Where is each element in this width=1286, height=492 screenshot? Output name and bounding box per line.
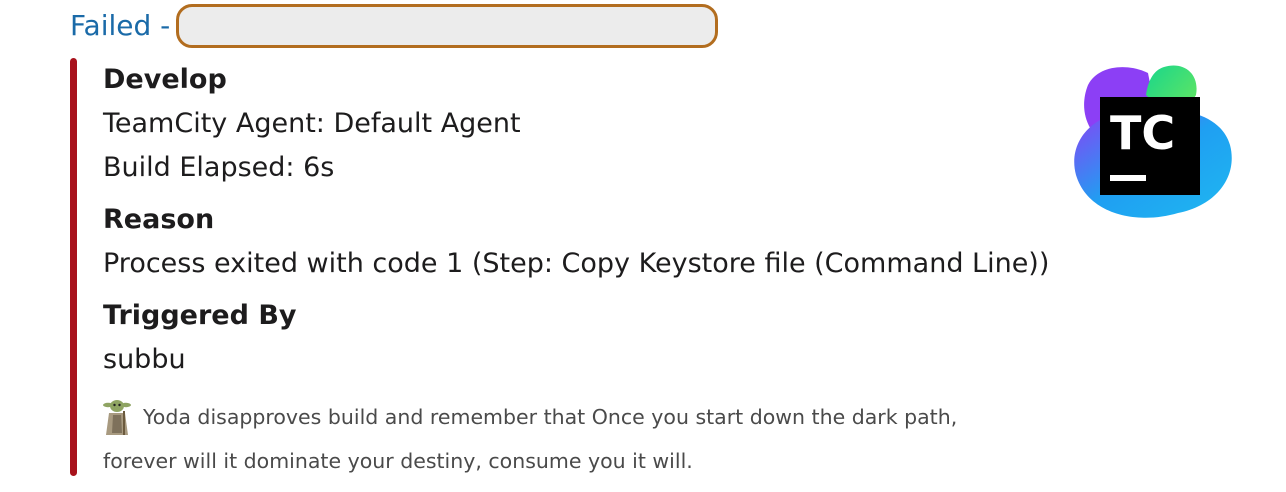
footer-line-2: forever will it dominate your destiny, c…: [103, 449, 693, 473]
triggered-by-title: Triggered By: [103, 300, 297, 331]
reason-value: Process exited with code 1 (Step: Copy K…: [103, 248, 1050, 279]
attachment-color-bar: [70, 58, 77, 476]
build-status-link[interactable]: Failed -: [70, 0, 170, 52]
attachment-fields: Develop TeamCity Agent: Default Agent Bu…: [103, 58, 1053, 382]
attachment-footer: Yoda disapproves build and remember that…: [103, 395, 1003, 483]
message-title-row: Failed -: [70, 0, 719, 52]
teamcity-logo-text: TC: [1110, 106, 1175, 160]
teamcity-logo-icon: TC: [1068, 65, 1232, 227]
redacted-build-name: [176, 4, 719, 48]
yoda-icon: [103, 397, 131, 437]
project-title: Develop: [103, 64, 227, 95]
footer-line-1: Yoda disapproves build and remember that…: [143, 405, 958, 429]
agent-value: TeamCity Agent: Default Agent: [103, 108, 521, 139]
reason-title: Reason: [103, 204, 215, 235]
triggered-by-value: subbu: [103, 344, 186, 375]
elapsed-value: Build Elapsed: 6s: [103, 152, 335, 183]
